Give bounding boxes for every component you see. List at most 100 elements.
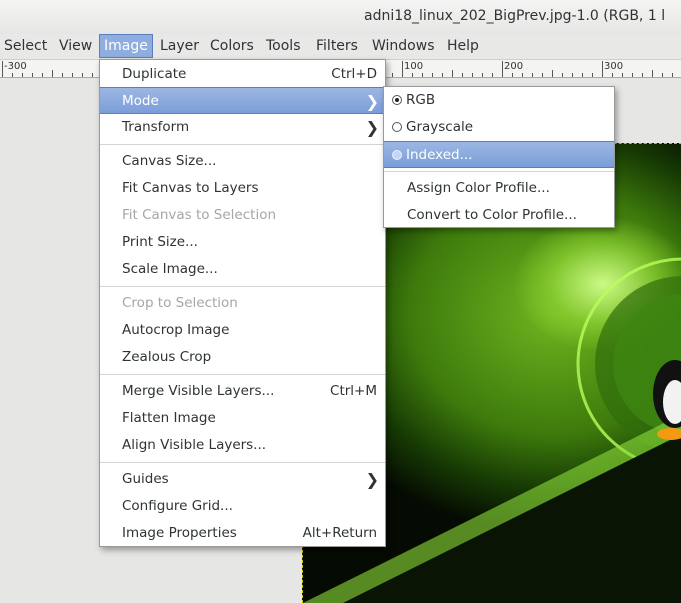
menu-separator — [100, 144, 385, 145]
menu-item-crop-to-selection: Crop to Selection — [100, 290, 385, 317]
menu-item-label: Align Visible Layers... — [122, 437, 267, 453]
ruler-tick — [532, 73, 533, 77]
menu-item-merge-visible-layers[interactable]: Merge Visible Layers... Ctrl+M — [100, 378, 385, 405]
menu-item-label: Zealous Crop — [122, 349, 212, 365]
chevron-right-icon: ❯ — [365, 118, 379, 137]
ruler-tick — [492, 73, 493, 77]
menu-item-duplicate[interactable]: Duplicate Ctrl+D — [100, 61, 385, 88]
menu-item-label: Convert to Color Profile... — [407, 207, 577, 223]
ruler-tick — [632, 73, 633, 77]
menu-item-label: Assign Color Profile... — [407, 180, 550, 196]
menu-item-flatten-image[interactable]: Flatten Image — [100, 405, 385, 432]
menu-item-label: Fit Canvas to Selection — [122, 207, 277, 223]
menubar: Select View Image Layer Colors Tools Fil… — [0, 34, 681, 60]
menu-item-label: Image Properties — [122, 525, 237, 541]
menu-view[interactable]: View — [55, 34, 96, 59]
menu-item-label: Transform — [122, 119, 190, 135]
menu-item-assign-color-profile[interactable]: Assign Color Profile... — [384, 175, 614, 202]
ruler-tick — [582, 73, 583, 77]
menu-item-image-properties[interactable]: Image Properties Alt+Return — [100, 520, 385, 547]
menu-separator — [100, 286, 385, 287]
menu-item-configure-grid[interactable]: Configure Grid... — [100, 493, 385, 520]
menu-item-label: Canvas Size... — [122, 153, 217, 169]
menu-item-label: Indexed... — [406, 147, 473, 163]
ruler-tick — [522, 73, 523, 77]
menu-item-label: Print Size... — [122, 234, 198, 250]
ruler-tick — [652, 70, 653, 77]
ruler-tick — [462, 73, 463, 77]
ruler-tick — [662, 73, 663, 77]
ruler-tick — [92, 73, 93, 77]
menu-item-label: Mode — [122, 93, 159, 109]
menu-item-grayscale[interactable]: Grayscale — [384, 114, 614, 141]
ruler-tick — [32, 73, 33, 77]
ruler-label: 100 — [404, 61, 424, 72]
ruler-tick — [562, 73, 563, 77]
menu-item-accel: Ctrl+D — [331, 66, 377, 82]
menu-item-autocrop-image[interactable]: Autocrop Image — [100, 317, 385, 344]
menu-item-accel: Ctrl+M — [330, 383, 377, 399]
menu-item-convert-to-color-profile[interactable]: Convert to Color Profile... — [384, 202, 614, 229]
ruler-label: 300 — [604, 61, 624, 72]
ruler-tick — [612, 73, 613, 77]
ruler-tick — [642, 73, 643, 77]
ruler-tick — [502, 61, 503, 77]
ruler-tick — [482, 73, 483, 77]
menu-item-label: Scale Image... — [122, 261, 218, 277]
chevron-right-icon: ❯ — [365, 470, 379, 489]
menu-item-mode[interactable]: Mode ❯ — [100, 87, 385, 114]
menu-colors[interactable]: Colors — [206, 34, 258, 59]
menu-filters[interactable]: Filters — [312, 34, 362, 59]
window-title: adni18_linux_202_BigPrev.jpg-1.0 (RGB, 1… — [364, 8, 666, 24]
menu-separator — [100, 462, 385, 463]
menu-item-guides[interactable]: Guides ❯ — [100, 466, 385, 493]
ruler-tick — [2, 61, 3, 77]
menu-item-print-size[interactable]: Print Size... — [100, 229, 385, 256]
menu-layer[interactable]: Layer — [156, 34, 203, 59]
image-menu: Duplicate Ctrl+D Mode ❯ Transform ❯ Canv… — [99, 59, 386, 547]
menu-select[interactable]: Select — [0, 34, 51, 59]
ruler-tick — [622, 73, 623, 77]
ruler-tick — [452, 70, 453, 77]
radio-icon — [392, 95, 402, 105]
ruler-tick — [442, 73, 443, 77]
ruler-tick — [512, 73, 513, 77]
radio-icon — [392, 150, 402, 160]
chevron-right-icon: ❯ — [365, 92, 379, 111]
menu-item-label: Flatten Image — [122, 410, 216, 426]
menu-item-label: Grayscale — [406, 119, 474, 135]
menu-windows[interactable]: Windows — [368, 34, 439, 59]
menu-item-label: RGB — [406, 92, 436, 108]
menu-item-scale-image[interactable]: Scale Image... — [100, 256, 385, 283]
menu-item-align-visible-layers[interactable]: Align Visible Layers... — [100, 432, 385, 459]
menu-image[interactable]: Image — [99, 34, 153, 58]
ruler-tick — [542, 73, 543, 77]
menu-item-fit-canvas-to-layers[interactable]: Fit Canvas to Layers — [100, 175, 385, 202]
ruler-tick — [402, 61, 403, 77]
ruler-tick — [412, 73, 413, 77]
menu-item-label: Autocrop Image — [122, 322, 230, 338]
menu-item-label: Duplicate — [122, 66, 187, 82]
ruler-label: 200 — [504, 61, 524, 72]
window-titlebar: adni18_linux_202_BigPrev.jpg-1.0 (RGB, 1… — [0, 0, 681, 34]
menu-item-label: Configure Grid... — [122, 498, 233, 514]
menu-item-canvas-size[interactable]: Canvas Size... — [100, 148, 385, 175]
ruler-tick — [572, 73, 573, 77]
ruler-tick — [472, 73, 473, 77]
ruler-label: -300 — [4, 61, 27, 72]
menu-item-zealous-crop[interactable]: Zealous Crop — [100, 344, 385, 371]
ruler-tick — [672, 73, 673, 77]
ruler-tick — [392, 73, 393, 77]
menu-tools[interactable]: Tools — [262, 34, 305, 59]
menu-item-label: Crop to Selection — [122, 295, 238, 311]
menu-separator — [100, 374, 385, 375]
ruler-tick — [62, 73, 63, 77]
ruler-tick — [432, 73, 433, 77]
menu-help[interactable]: Help — [443, 34, 483, 59]
menu-item-rgb[interactable]: RGB — [384, 87, 614, 114]
ruler-tick — [592, 73, 593, 77]
menu-item-indexed[interactable]: Indexed... — [384, 141, 614, 168]
ruler-tick — [422, 73, 423, 77]
menu-item-transform[interactable]: Transform ❯ — [100, 114, 385, 141]
menu-item-accel: Alt+Return — [302, 525, 377, 541]
